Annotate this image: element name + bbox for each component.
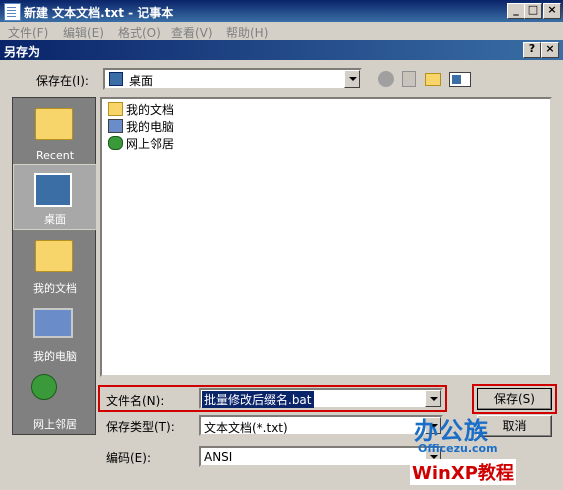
watermark-subtitle: WinXP教程 xyxy=(410,459,516,485)
dialog-close-button[interactable]: × xyxy=(541,42,559,58)
list-item[interactable]: 我的文档 xyxy=(108,101,174,118)
folder-icon xyxy=(108,102,123,116)
save-in-label: 保存在(I): xyxy=(36,74,89,88)
watermark-title: 办公族 xyxy=(414,417,489,445)
computer-icon xyxy=(33,308,73,338)
place-my-computer[interactable]: 我的电脑 xyxy=(13,300,97,366)
list-item-label: 我的文档 xyxy=(126,103,175,117)
dialog-title: 另存为 xyxy=(4,45,41,59)
places-bar: Recent 桌面 我的文档 我的电脑 网上邻居 xyxy=(12,97,97,435)
notepad-menubar: 文件(F) 编辑(E) 格式(O) 查看(V) 帮助(H) xyxy=(0,22,563,40)
filename-label: 文件名(N): xyxy=(106,394,165,408)
menu-edit[interactable]: 编辑(E) xyxy=(63,24,104,41)
menu-format[interactable]: 格式(O) xyxy=(118,24,161,41)
watermark-domain: Officezu.com xyxy=(418,442,498,455)
notepad-icon xyxy=(4,3,21,21)
back-icon[interactable] xyxy=(378,71,394,87)
filetype-label: 保存类型(T): xyxy=(106,420,175,434)
computer-icon xyxy=(108,119,123,133)
place-my-documents[interactable]: 我的文档 xyxy=(13,232,97,298)
filetype-select[interactable]: 文本文档(*.txt) xyxy=(199,415,443,436)
place-my-computer-label: 我的电脑 xyxy=(33,350,77,363)
dialog-titlebar: 另存为 ? × xyxy=(0,40,563,60)
desktop-icon xyxy=(34,173,72,207)
file-list[interactable]: 我的文档 我的电脑 网上邻居 xyxy=(100,97,552,377)
encoding-select[interactable]: ANSI xyxy=(199,446,443,467)
chevron-down-icon[interactable] xyxy=(344,70,360,88)
notepad-title: 新建 文本文档.txt - 记事本 xyxy=(24,6,174,20)
new-folder-icon[interactable] xyxy=(425,73,441,86)
place-recent-label: Recent xyxy=(35,149,75,162)
encoding-label: 编码(E): xyxy=(106,451,151,465)
save-button[interactable]: 保存(S) xyxy=(477,388,552,410)
place-desktop[interactable]: 桌面 xyxy=(13,164,97,230)
filetype-value: 文本文档(*.txt) xyxy=(204,421,288,435)
place-recent[interactable]: Recent xyxy=(13,98,97,164)
maximize-button[interactable]: □ xyxy=(524,3,542,19)
list-item[interactable]: 网上邻居 xyxy=(108,135,174,152)
encoding-value: ANSI xyxy=(204,450,233,464)
filename-value: 批量修改后缀名.bat xyxy=(202,391,314,408)
notepad-titlebar: 新建 文本文档.txt - 记事本 _ □ × xyxy=(0,0,563,22)
menu-help[interactable]: 帮助(H) xyxy=(226,24,268,41)
save-in-combo[interactable]: 桌面 xyxy=(103,68,362,90)
list-item-label: 我的电脑 xyxy=(126,120,175,134)
place-my-documents-label: 我的文档 xyxy=(33,282,77,295)
place-network[interactable]: 网上邻居 xyxy=(13,368,97,434)
menu-view[interactable]: 查看(V) xyxy=(171,24,213,41)
help-button[interactable]: ? xyxy=(523,42,541,58)
network-icon xyxy=(108,136,123,150)
chevron-down-icon[interactable] xyxy=(425,390,441,407)
up-folder-icon[interactable] xyxy=(402,71,416,87)
filename-field[interactable]: 批量修改后缀名.bat xyxy=(199,388,443,409)
desktop-icon xyxy=(109,72,123,86)
list-item[interactable]: 我的电脑 xyxy=(108,118,174,135)
close-button[interactable]: × xyxy=(543,3,561,19)
menu-file[interactable]: 文件(F) xyxy=(8,24,48,41)
minimize-button[interactable]: _ xyxy=(507,3,525,19)
recent-icon xyxy=(35,108,73,140)
view-menu-icon[interactable] xyxy=(449,72,471,87)
network-icon xyxy=(31,374,57,400)
place-desktop-label: 桌面 xyxy=(44,213,66,226)
place-network-label: 网上邻居 xyxy=(33,418,77,431)
folder-icon xyxy=(35,240,73,272)
list-item-label: 网上邻居 xyxy=(126,137,175,151)
save-in-value: 桌面 xyxy=(129,74,154,88)
